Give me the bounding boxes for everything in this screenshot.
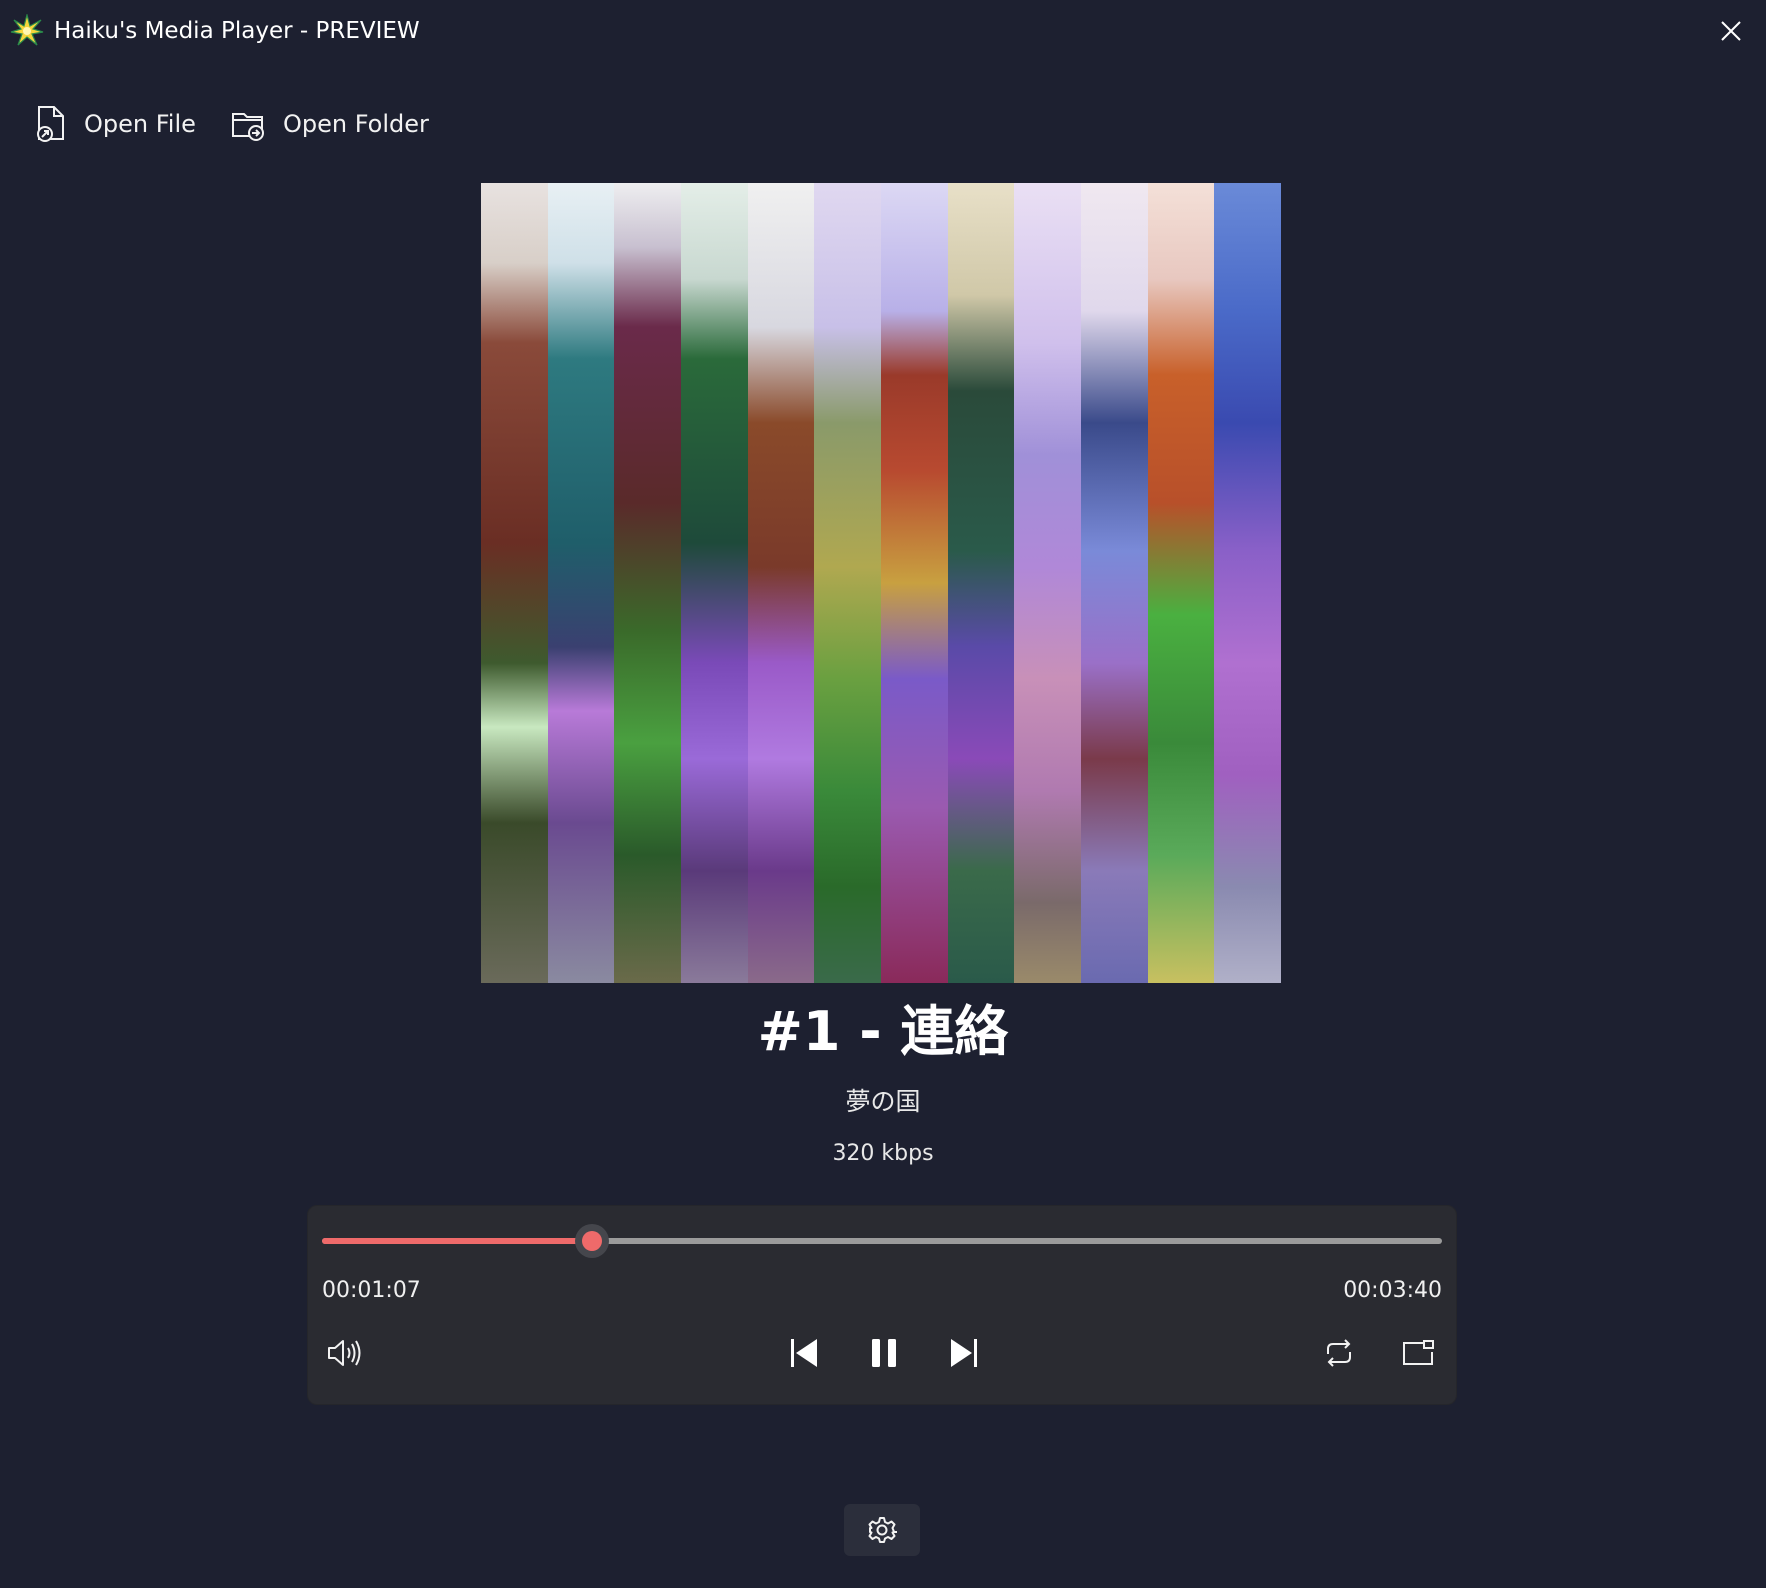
repeat-button[interactable]	[1314, 1328, 1364, 1378]
volume-icon	[328, 1340, 361, 1366]
track-title: #1 - 連絡	[757, 1000, 1009, 1063]
seek-bar-progress	[322, 1238, 592, 1244]
open-file-label: Open File	[84, 110, 196, 138]
miniplayer-button[interactable]	[1393, 1328, 1443, 1378]
window-title: Haiku's Media Player - PREVIEW	[54, 18, 420, 44]
previous-button[interactable]	[779, 1328, 829, 1378]
miniplayer-icon	[1403, 1340, 1434, 1365]
pause-icon	[872, 1339, 896, 1367]
bitrate-label: 320 kbps	[832, 1141, 934, 1166]
artist-name: 夢の国	[845, 1087, 921, 1116]
open-folder-button[interactable]: Open Folder	[231, 98, 429, 150]
sparkle-icon	[10, 14, 44, 46]
next-icon	[951, 1339, 977, 1367]
album-art	[481, 183, 1281, 983]
pause-button[interactable]	[859, 1328, 909, 1378]
gear-icon	[868, 1517, 897, 1543]
volume-button[interactable]	[320, 1328, 370, 1378]
previous-icon	[791, 1339, 817, 1367]
repeat-icon	[1327, 1339, 1351, 1367]
next-button[interactable]	[939, 1328, 989, 1378]
player-controls-panel: 00:01:07 00:03:40	[307, 1205, 1457, 1405]
seek-thumb[interactable]	[574, 1224, 609, 1258]
settings-button[interactable]	[844, 1504, 920, 1556]
title-bar: Haiku's Media Player - PREVIEW	[0, 0, 1766, 62]
open-folder-label: Open Folder	[283, 110, 429, 138]
open-folder-icon	[232, 113, 264, 141]
close-icon	[1721, 21, 1741, 41]
close-button[interactable]	[1696, 0, 1766, 62]
elapsed-time: 00:01:07	[322, 1278, 421, 1303]
open-file-icon	[37, 106, 64, 142]
seek-bar[interactable]	[322, 1224, 1442, 1258]
total-duration: 00:03:40	[1343, 1278, 1442, 1303]
open-file-button[interactable]: Open File	[34, 98, 196, 150]
